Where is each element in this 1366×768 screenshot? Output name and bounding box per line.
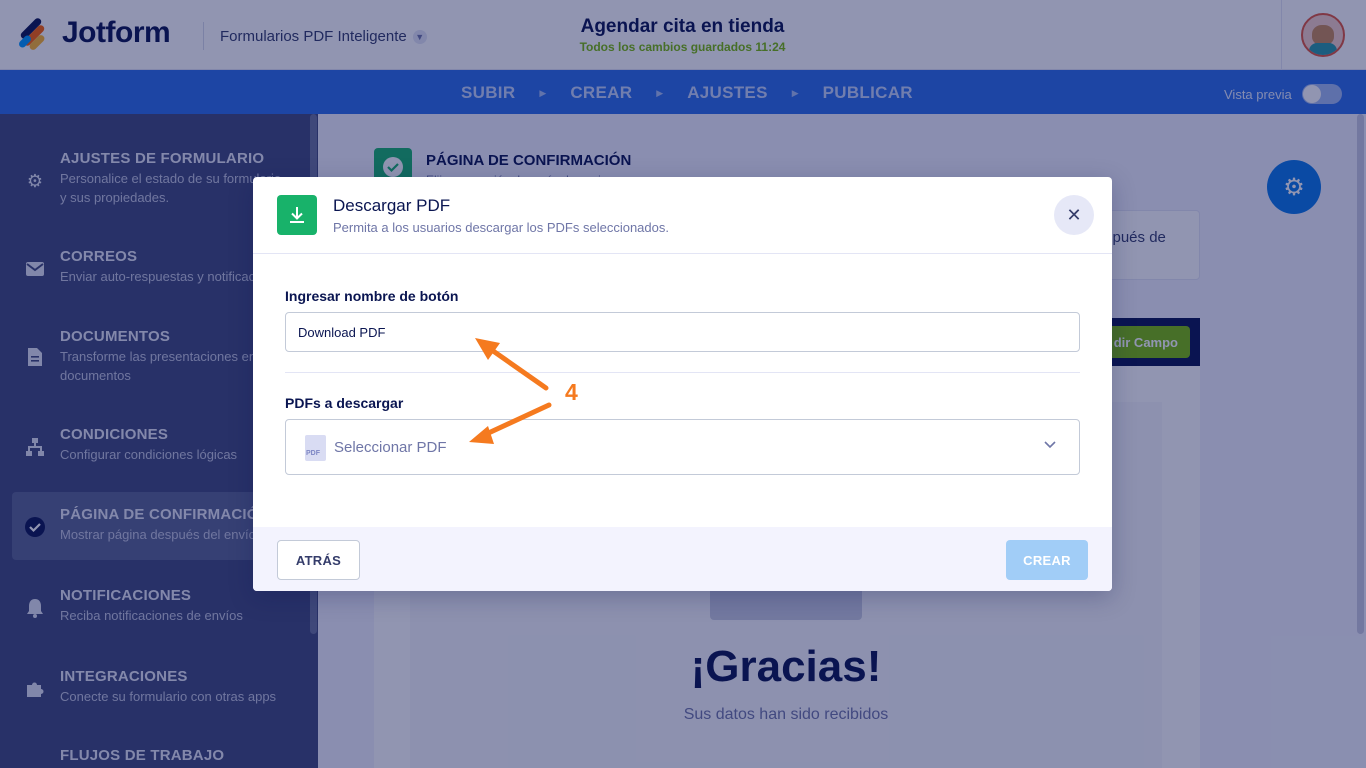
create-button[interactable]: CREAR — [1006, 540, 1088, 580]
annotation-number: 4 — [565, 379, 578, 405]
button-name-input[interactable] — [285, 312, 1080, 352]
close-icon: ✕ — [1066, 204, 1082, 225]
select-pdf-placeholder: Seleccionar PDF — [334, 439, 447, 456]
modal-subtitle: Permita a los usuarios descargar los PDF… — [333, 220, 669, 235]
modal-title: Descargar PDF — [333, 196, 451, 215]
pdf-badge: PDF — [306, 450, 320, 457]
pdf-file-icon: PDF — [305, 435, 326, 461]
modal-header: Descargar PDF Permita a los usuarios des… — [253, 177, 1112, 254]
chevron-down-icon — [1044, 436, 1056, 452]
modal-footer: ATRÁS CREAR — [253, 527, 1112, 591]
close-button[interactable]: ✕ — [1054, 195, 1094, 235]
download-pdf-modal: Descargar PDF Permita a los usuarios des… — [253, 177, 1112, 591]
back-button[interactable]: ATRÁS — [277, 540, 360, 580]
download-icon — [277, 195, 317, 235]
field-divider — [285, 372, 1080, 373]
button-name-label: Ingresar nombre de botón — [285, 288, 459, 304]
pdf-select-dropdown[interactable]: PDF Seleccionar PDF — [285, 419, 1080, 475]
pdfs-label: PDFs a descargar — [285, 395, 404, 411]
